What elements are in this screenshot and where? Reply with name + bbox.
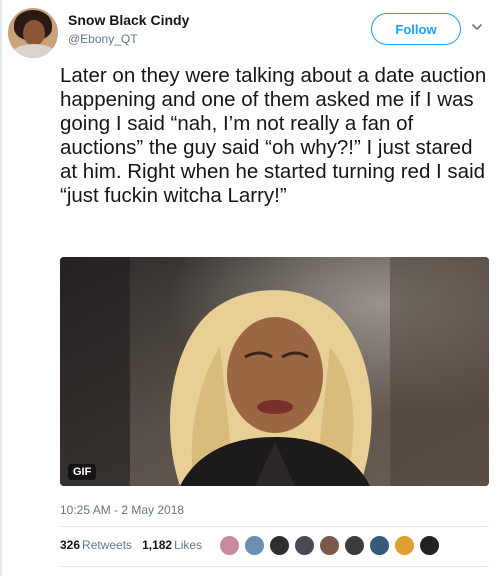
retweets-label: Retweets: [82, 538, 133, 552]
liker-avatar[interactable]: [369, 535, 390, 556]
thread-line: [0, 0, 2, 576]
tweet-stats: 326 Retweets 1,182 Likes: [60, 538, 202, 552]
chevron-down-icon[interactable]: [470, 20, 484, 34]
likes-stat[interactable]: 1,182 Likes: [142, 538, 202, 552]
timestamp[interactable]: 10:25 AM - 2 May 2018: [60, 503, 184, 517]
tweet-text: Later on they were talking about a date …: [60, 64, 487, 207]
liker-avatars: [219, 535, 440, 556]
gif-frame: [60, 257, 489, 486]
likes-label: Likes: [174, 538, 203, 552]
liker-avatar[interactable]: [244, 535, 265, 556]
retweets-stat[interactable]: 326 Retweets: [60, 538, 132, 552]
user-handle[interactable]: @Ebony_QT: [68, 32, 138, 46]
divider: [60, 566, 489, 567]
liker-avatar[interactable]: [219, 535, 240, 556]
avatar[interactable]: [8, 8, 58, 58]
liker-avatar[interactable]: [294, 535, 315, 556]
gif-badge: GIF: [68, 464, 97, 480]
follow-button[interactable]: Follow: [371, 13, 461, 45]
retweets-count: 326: [60, 538, 81, 552]
liker-avatar[interactable]: [319, 535, 340, 556]
gif-media[interactable]: GIF: [60, 257, 489, 486]
liker-avatar[interactable]: [394, 535, 415, 556]
liker-avatar[interactable]: [269, 535, 290, 556]
liker-avatar[interactable]: [419, 535, 440, 556]
divider: [60, 526, 489, 527]
liker-avatar[interactable]: [344, 535, 365, 556]
likes-count: 1,182: [142, 538, 173, 552]
user-name[interactable]: Snow Black Cindy: [68, 12, 189, 28]
